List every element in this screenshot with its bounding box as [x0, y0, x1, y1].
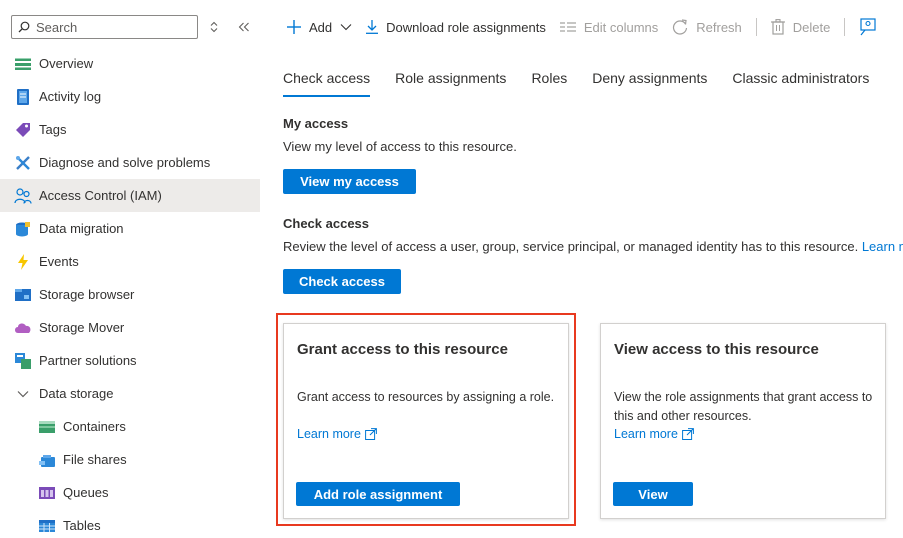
sidebar-item-label: Diagnose and solve problems	[39, 155, 211, 170]
partner-icon	[14, 352, 32, 370]
tab-roles[interactable]: Roles	[531, 70, 567, 97]
sidebar-item-queues[interactable]: Queues	[0, 476, 260, 509]
add-label: Add	[309, 19, 333, 35]
edit-columns-label: Edit columns	[583, 19, 659, 35]
toolbar-divider	[755, 18, 757, 36]
chevron-down-icon	[14, 385, 32, 403]
sidebar-item-label: Events	[39, 254, 79, 269]
sidebar-item-label: Tags	[39, 122, 67, 137]
my-access-description: View my level of access to this resource…	[283, 139, 517, 154]
sidebar-item-data-storage[interactable]: Data storage	[0, 377, 260, 410]
delete-label: Delete	[792, 19, 831, 35]
cloud-icon	[14, 319, 32, 337]
sidebar-item-storage-browser[interactable]: Storage browser	[0, 278, 260, 311]
check-access-button[interactable]: Check access	[283, 269, 401, 294]
refresh-label: Refresh	[696, 19, 742, 35]
edit-columns-button[interactable]: Edit columns	[559, 19, 659, 35]
file-shares-icon	[38, 451, 56, 469]
edit-columns-icon	[559, 21, 576, 33]
learn-more-label: Learn more	[614, 427, 678, 441]
download-icon	[366, 20, 379, 34]
feedback-button[interactable]	[859, 18, 885, 36]
refresh-icon	[672, 19, 688, 35]
view-access-card: View access to this resource View the ro…	[600, 323, 886, 519]
refresh-button[interactable]: Refresh	[672, 19, 742, 35]
tab-strip: Check access Role assignments Roles Deny…	[283, 70, 894, 97]
tab-classic-administrators[interactable]: Classic administrators	[732, 70, 869, 97]
sidebar-nav: Overview Activity log Tags Diagnose and …	[0, 47, 260, 538]
sidebar-item-label: Data migration	[39, 221, 124, 236]
feedback-icon	[859, 18, 877, 36]
view-my-access-button[interactable]: View my access	[283, 169, 416, 194]
check-access-text: Review the level of access a user, group…	[283, 239, 859, 254]
sidebar-item-partner-solutions[interactable]: Partner solutions	[0, 344, 260, 377]
my-access-heading: My access	[283, 116, 349, 131]
expand-collapse-icon[interactable]	[206, 18, 222, 36]
overview-icon	[14, 55, 32, 73]
card-title: View access to this resource	[614, 341, 819, 358]
download-label: Download role assignments	[386, 19, 546, 35]
sidebar-item-label: Partner solutions	[39, 353, 137, 368]
card-description: View the role assignments that grant acc…	[614, 390, 873, 423]
wrench-icon	[14, 154, 32, 172]
sidebar: Overview Activity log Tags Diagnose and …	[0, 0, 260, 538]
tab-check-access[interactable]: Check access	[283, 70, 371, 97]
sidebar-item-label: Storage Mover	[39, 320, 125, 335]
sidebar-item-label: Overview	[39, 56, 94, 71]
containers-icon	[38, 418, 56, 436]
queues-icon	[38, 484, 56, 502]
tab-role-assignments[interactable]: Role assignments	[395, 70, 506, 97]
learn-more-link[interactable]: Learn mo	[862, 239, 903, 254]
sidebar-item-diagnose[interactable]: Diagnose and solve problems	[0, 146, 260, 179]
activity-log-icon	[14, 88, 32, 106]
external-link-icon	[682, 428, 694, 440]
search-input[interactable]	[36, 19, 186, 35]
sidebar-item-overview[interactable]: Overview	[0, 47, 260, 80]
sidebar-item-label: File shares	[63, 452, 127, 467]
tab-deny-assignments[interactable]: Deny assignments	[592, 70, 707, 97]
tag-icon	[14, 121, 32, 139]
sidebar-item-label: Queues	[63, 485, 109, 500]
view-button[interactable]: View	[613, 482, 693, 506]
search-icon	[18, 21, 30, 33]
tables-icon	[38, 517, 56, 535]
download-role-assignments-button[interactable]: Download role assignments	[366, 20, 546, 35]
chevron-down-icon	[340, 23, 352, 31]
check-access-description: Review the level of access a user, group…	[283, 239, 903, 254]
toolbar-divider	[844, 18, 846, 36]
delete-button[interactable]: Delete	[770, 19, 831, 35]
sidebar-item-events[interactable]: Events	[0, 245, 260, 278]
sidebar-item-label: Containers	[63, 419, 126, 434]
sidebar-item-label: Tables	[63, 518, 101, 533]
sidebar-item-access-control[interactable]: Access Control (IAM)	[0, 179, 260, 212]
search-box[interactable]	[11, 15, 198, 39]
collapse-sidebar-icon[interactable]	[236, 18, 252, 36]
sidebar-item-containers[interactable]: Containers	[0, 410, 260, 443]
add-button[interactable]: Add	[287, 20, 352, 35]
sidebar-item-tags[interactable]: Tags	[0, 113, 260, 146]
data-migration-icon	[14, 220, 32, 238]
people-icon	[14, 187, 32, 205]
sidebar-item-tables[interactable]: Tables	[0, 509, 260, 538]
sidebar-item-file-shares[interactable]: File shares	[0, 443, 260, 476]
check-access-heading: Check access	[283, 216, 370, 231]
sidebar-item-data-migration[interactable]: Data migration	[0, 212, 260, 245]
plus-icon	[287, 20, 301, 34]
sidebar-item-storage-mover[interactable]: Storage Mover	[0, 311, 260, 344]
sidebar-item-label: Storage browser	[39, 287, 135, 302]
highlight-box	[276, 313, 576, 526]
lightning-icon	[14, 253, 32, 271]
learn-more-link[interactable]: Learn more	[614, 427, 694, 441]
sidebar-item-activity-log[interactable]: Activity log	[0, 80, 260, 113]
trash-icon	[770, 19, 785, 35]
sidebar-item-label: Data storage	[39, 386, 114, 401]
storage-browser-icon	[14, 286, 32, 304]
command-bar: Add Download role assignments Edit colum…	[277, 14, 899, 40]
sidebar-item-label: Access Control (IAM)	[39, 188, 162, 203]
sidebar-item-label: Activity log	[39, 89, 102, 104]
